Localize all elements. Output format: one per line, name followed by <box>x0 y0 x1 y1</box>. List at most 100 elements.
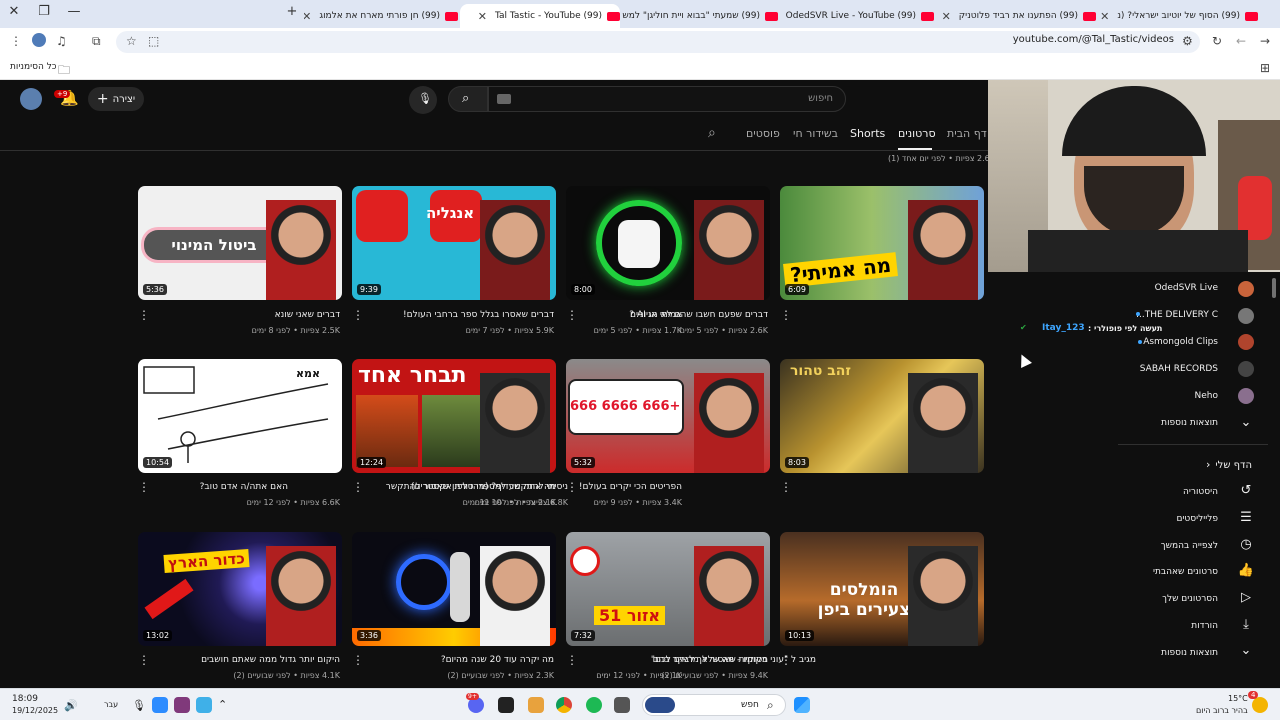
taskbar-date[interactable]: 19/12/2025 <box>12 706 58 715</box>
back-icon[interactable]: → <box>1260 34 1270 48</box>
sidebar-scrollbar[interactable] <box>1272 278 1276 298</box>
create-button[interactable]: + יצירה <box>88 87 144 111</box>
tab-shorts[interactable]: Shorts <box>850 127 885 140</box>
close-tab-icon[interactable]: ✕ <box>1100 10 1109 23</box>
browser-tab-active[interactable]: (99) Tal Tastic - YouTube ✕ <box>460 4 620 28</box>
extensions-icon[interactable]: ⧉ <box>92 34 101 49</box>
onenote-icon[interactable] <box>174 697 190 713</box>
video-thumbnail[interactable]: 8:00 <box>566 186 770 300</box>
close-tab-icon[interactable]: ✕ <box>304 10 311 23</box>
channel-search-icon[interactable]: ⌕ <box>708 125 716 141</box>
video-title[interactable]: היקום יותר גדול ממה שאתם חושבים <box>201 655 340 665</box>
chrome-icon[interactable] <box>556 697 572 713</box>
video-title[interactable]: דברים שפעם חשבו שהם לא הגיוניים <box>630 310 768 320</box>
video-menu-icon[interactable]: ⋮ <box>566 653 578 667</box>
browser-tab[interactable]: (99) הסוף של יוטיוב ישראלי? (נ ✕ <box>1098 4 1258 28</box>
video-menu-icon[interactable]: ⋮ <box>566 308 578 322</box>
site-settings-icon[interactable]: ⚙ <box>1182 34 1193 48</box>
channel-avatar[interactable] <box>1238 334 1254 350</box>
tray-expand-icon[interactable]: ⌃ <box>218 698 227 711</box>
my-page-heading[interactable]: הדף שלי <box>1215 460 1252 471</box>
language-indicator[interactable]: עבר <box>104 700 118 709</box>
browser-tab[interactable]: (99) חן פורתי מארח את אלמוג ✕ <box>304 4 458 28</box>
video-menu-icon[interactable]: ⋮ <box>780 480 792 494</box>
subscription-item[interactable]: OdedSVR Live <box>1155 283 1218 293</box>
video-thumbnail[interactable]: אנגליה 9:39 <box>352 186 556 300</box>
tray-sync-icon[interactable] <box>196 697 212 713</box>
sidebar-show-more[interactable]: תוצאות נוספות <box>1161 648 1218 658</box>
sidebar-item-your-videos[interactable]: הסרטונים שלך <box>1162 594 1218 604</box>
video-thumbnail[interactable]: כדור הארץ 13:02 <box>138 532 342 646</box>
video-title[interactable]: הפריטים הכי יקרים בעולם! <box>579 482 682 492</box>
voice-search-button[interactable]: 🎙 <box>409 86 437 114</box>
video-title[interactable]: דברים שאסרו בגלל ספר ברחבי העולם! <box>403 310 554 320</box>
channel-avatar[interactable] <box>1238 361 1254 377</box>
apps-grid-icon[interactable]: ⊞ <box>1260 61 1270 75</box>
video-menu-icon[interactable]: ⋮ <box>138 653 150 667</box>
browser-tab[interactable]: (99) OdedSVR Live - YouTube✕ <box>780 4 934 28</box>
profile-avatar-icon[interactable] <box>32 33 46 47</box>
video-menu-icon[interactable]: ⋮ <box>352 308 364 322</box>
channel-avatar[interactable] <box>1238 281 1254 297</box>
chevron-down-icon[interactable]: ⌄ <box>1237 643 1255 658</box>
reload-icon[interactable]: ↻ <box>1212 34 1222 48</box>
taskbar-search[interactable]: חפש ⌕ <box>642 694 786 716</box>
video-menu-icon[interactable]: ⋮ <box>780 308 792 322</box>
search-input[interactable]: חיפוש <box>488 86 846 112</box>
tab-posts[interactable]: פוסטים <box>746 127 780 140</box>
video-menu-icon[interactable]: ⋮ <box>138 308 150 322</box>
video-thumbnail[interactable]: הומלסים צעירים ביפן 10:13 <box>780 532 984 646</box>
volume-icon[interactable]: 🔊 <box>64 699 78 712</box>
video-menu-icon[interactable]: ⋮ <box>138 480 150 494</box>
obs-icon[interactable] <box>498 697 514 713</box>
keyboard-icon[interactable] <box>497 94 511 104</box>
account-avatar[interactable] <box>20 88 42 110</box>
video-thumbnail[interactable]: אזור 51 7:32 <box>566 532 770 646</box>
bookmark-star-icon[interactable]: ☆ <box>126 34 137 48</box>
tray-app-icon[interactable] <box>152 697 168 713</box>
video-thumbnail[interactable]: ביטול המינוי 5:36 <box>138 186 342 300</box>
install-app-icon[interactable]: ⬚ <box>148 34 159 48</box>
menu-dots-icon[interactable]: ⋮ <box>10 34 22 48</box>
taskbar-time[interactable]: 18:09 <box>12 694 38 704</box>
video-thumbnail[interactable]: תבחר אחד 12:24 <box>352 359 556 473</box>
new-tab-icon[interactable]: + <box>282 4 302 19</box>
sidebar-item-history[interactable]: היסטוריה <box>1183 487 1218 497</box>
weather-temp[interactable]: 15°C <box>1228 694 1248 703</box>
minimize-window-icon[interactable]: — <box>64 4 84 19</box>
subscription-item[interactable]: THE DELIVERY C... <box>1136 310 1218 320</box>
video-menu-icon[interactable]: ⋮ <box>566 480 578 494</box>
close-tab-icon[interactable]: ✕ <box>478 10 487 23</box>
search-button[interactable]: ⌕ <box>448 86 488 112</box>
close-tab-icon[interactable]: ✕ <box>942 10 951 23</box>
video-title[interactable]: דברים שאני שונא <box>275 310 340 320</box>
restore-window-icon[interactable]: ❐ <box>34 4 54 19</box>
tab-live[interactable]: בשידור חי <box>793 127 838 140</box>
video-thumbnail[interactable]: זהב טהור 8:03 <box>780 359 984 473</box>
media-controls-icon[interactable]: ♫ <box>56 34 67 48</box>
video-thumbnail[interactable]: אמא 10:54 <box>138 359 342 473</box>
channel-avatar[interactable] <box>1238 388 1254 404</box>
tab-home[interactable]: דף הבית <box>947 127 987 140</box>
taskbar-app-icon[interactable] <box>614 697 630 713</box>
chevron-down-icon[interactable]: ⌄ <box>1237 415 1255 430</box>
spotify-icon[interactable] <box>586 697 602 713</box>
chevron-left-icon[interactable]: › <box>1206 458 1210 471</box>
tab-videos[interactable]: סרטונים <box>898 127 936 140</box>
video-thumbnail[interactable]: +666 6666 666 5:32 <box>566 359 770 473</box>
weather-sun-icon[interactable] <box>1252 697 1268 713</box>
subscription-item[interactable]: Neho <box>1195 391 1218 401</box>
channel-avatar[interactable] <box>1238 308 1254 324</box>
video-menu-icon[interactable]: ⋮ <box>780 653 792 667</box>
video-thumbnail[interactable]: מה אמיתי? 6:09 <box>780 186 984 300</box>
browser-tab[interactable]: (99) הפתענו את רביד פלוטניק ✕ <box>936 4 1096 28</box>
subscription-item[interactable]: Asmongold Clips <box>1143 337 1218 347</box>
show-more-subscriptions[interactable]: תוצאות נוספות <box>1161 418 1218 428</box>
forward-icon[interactable]: ← <box>1236 34 1246 48</box>
video-thumbnail[interactable]: 3:36 <box>352 532 556 646</box>
mic-tray-icon[interactable]: 🎙 <box>132 699 146 712</box>
taskbar-app-icon[interactable] <box>528 697 544 713</box>
all-bookmarks-link[interactable]: כל הסימניות <box>10 62 57 72</box>
video-menu-icon[interactable]: ⋮ <box>352 653 364 667</box>
sidebar-item-downloads[interactable]: הורדות <box>1191 621 1218 631</box>
